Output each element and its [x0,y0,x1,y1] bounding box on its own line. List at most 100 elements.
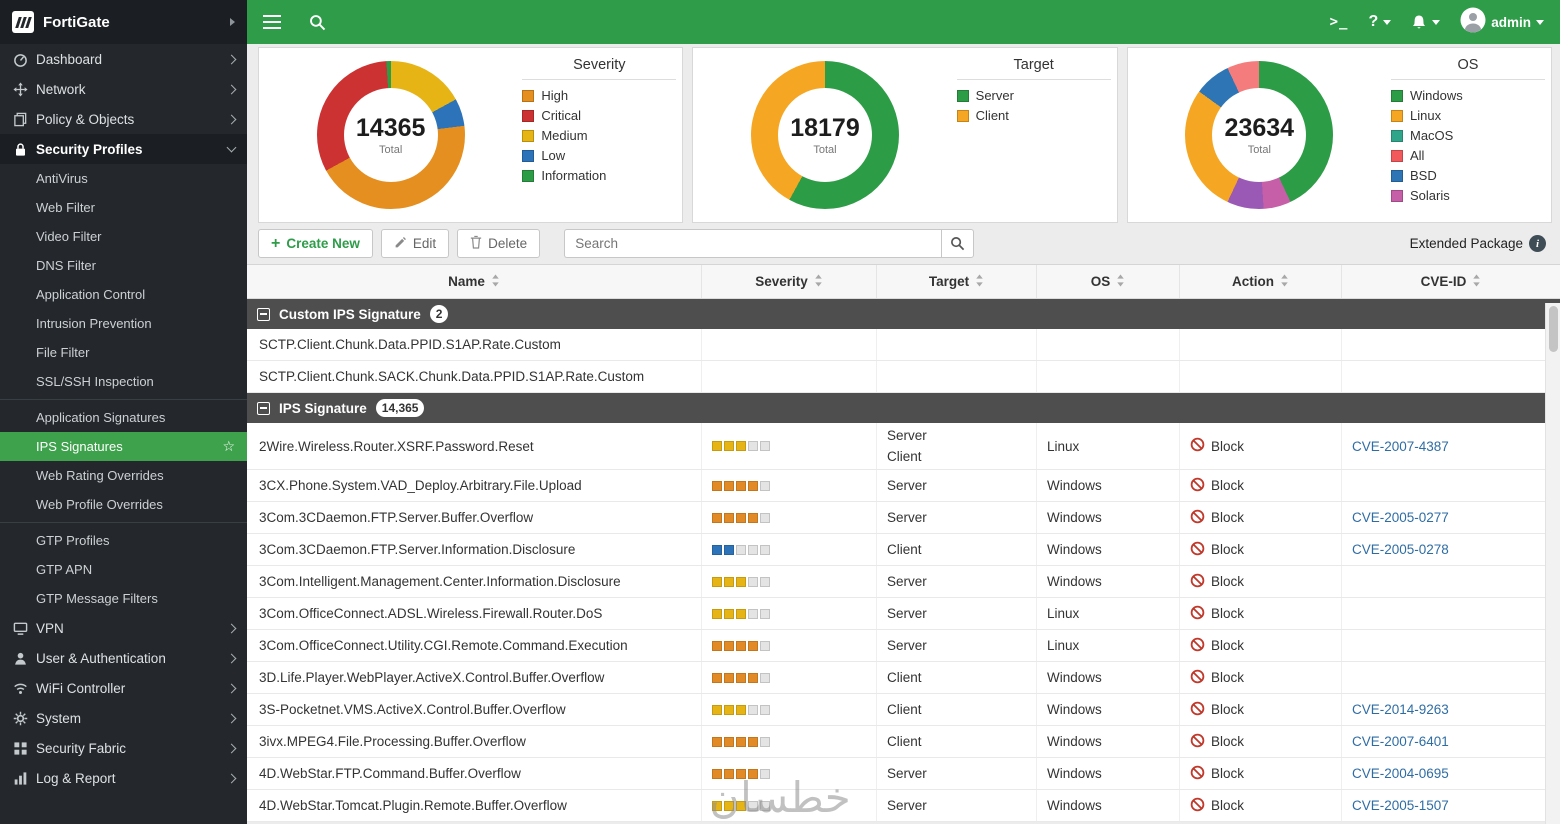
cve-link[interactable]: CVE-2005-0277 [1352,510,1449,525]
legend-item-windows: Windows [1390,88,1545,103]
table-row[interactable]: 3Com.3CDaemon.FTP.Server.Buffer.Overflow… [247,502,1560,534]
legend-swatch [522,89,535,102]
sidebar-item-security-fabric[interactable]: Security Fabric [0,733,247,763]
signature-name: 3Com.3CDaemon.FTP.Server.Information.Dis… [247,534,702,565]
sidebar-item-video-filter[interactable]: Video Filter [0,222,247,251]
sort-icon[interactable] [814,273,823,290]
sort-icon[interactable] [1116,273,1125,290]
table-row[interactable]: 4D.WebStar.FTP.Command.Buffer.Overflow Se… [247,758,1560,790]
legend-item-client: Client [956,108,1111,123]
cve-link[interactable]: CVE-2014-9263 [1352,702,1449,717]
sidebar-item-ips-signatures[interactable]: IPS Signatures ☆ [0,432,247,461]
sidebar-item-application-control[interactable]: Application Control [0,280,247,309]
severity-square [724,544,734,555]
column-header-target[interactable]: Target [877,265,1037,298]
severity-square [760,736,770,747]
collapse-icon[interactable] [257,307,270,321]
help-menu[interactable]: ? [1368,13,1392,31]
table-row[interactable]: 3CX.Phone.System.VAD_Deploy.Arbitrary.Fi… [247,470,1560,502]
create-new-button[interactable]: + Create New [258,229,373,258]
action-label: Block [1211,478,1245,493]
admin-menu[interactable]: admin [1460,7,1544,38]
sidebar-item-intrusion-prevention[interactable]: Intrusion Prevention [0,309,247,338]
cli-console-icon[interactable]: >_ [1330,14,1349,30]
info-icon[interactable]: i [1529,235,1546,252]
signature-name: 3Com.OfficeConnect.ADSL.Wireless.Firewal… [247,598,702,629]
sidebar-item-user-authentication[interactable]: User & Authentication [0,643,247,673]
search-input[interactable] [564,229,942,258]
sidebar-item-gtp-message-filters[interactable]: GTP Message Filters [0,584,247,613]
table-row[interactable]: 3D.Life.Player.WebPlayer.ActiveX.Control… [247,662,1560,694]
table-row[interactable]: 3Com.OfficeConnect.Utility.CGI.Remote.Co… [247,630,1560,662]
section-title: Custom IPS Signature [279,306,421,322]
cve-link[interactable]: CVE-2005-1507 [1352,798,1449,813]
sidebar-item-wifi-controller[interactable]: WiFi Controller [0,673,247,703]
table-row[interactable]: 3Com.OfficeConnect.ADSL.Wireless.Firewal… [247,598,1560,630]
sidebar-item-dashboard[interactable]: Dashboard [0,44,247,74]
cve-link[interactable]: CVE-2004-0695 [1352,766,1449,781]
sidebar-item-log-report[interactable]: Log & Report [0,763,247,793]
sidebar-collapse-icon[interactable] [230,18,235,26]
section-header-custom-ips-signature[interactable]: Custom IPS Signature 2 [247,299,1560,329]
cve-link[interactable]: CVE-2007-4387 [1352,439,1449,454]
table-row[interactable]: 3Com.Intelligent.Management.Center.Infor… [247,566,1560,598]
star-icon[interactable]: ☆ [222,438,235,455]
column-header-name[interactable]: Name [247,265,702,298]
table-row[interactable]: SCTP.Client.Chunk.Data.PPID.S1AP.Rate.Cu… [247,329,1560,361]
cve-link[interactable]: CVE-2007-6401 [1352,734,1449,749]
severity-cell [702,566,877,597]
edit-button[interactable]: Edit [380,229,450,258]
delete-button[interactable]: Delete [457,229,541,258]
scrollbar-thumb[interactable] [1548,306,1558,352]
severity-square [736,608,746,619]
target-value: Client [887,449,922,464]
sidebar-item-label: Security Fabric [36,740,127,756]
sidebar-item-network[interactable]: Network [0,74,247,104]
sidebar-item-antivirus[interactable]: AntiVirus [0,164,247,193]
sidebar-item-system[interactable]: System [0,703,247,733]
sidebar-item-web-profile-overrides[interactable]: Web Profile Overrides [0,490,247,519]
sidebar-item-application-signatures[interactable]: Application Signatures [0,403,247,432]
hamburger-menu-icon[interactable] [263,14,281,30]
severity-square [748,544,758,555]
section-header-ips-signature[interactable]: IPS Signature 14,365 [247,393,1560,423]
collapse-icon[interactable] [257,401,270,415]
trash-icon [470,235,482,252]
column-header-cve-id[interactable]: CVE-ID [1342,265,1560,298]
sort-icon[interactable] [1472,273,1481,290]
table-row[interactable]: 3S-Pocketnet.VMS.ActiveX.Control.Buffer.… [247,694,1560,726]
search-icon[interactable] [309,14,326,31]
sidebar-item-vpn[interactable]: VPN [0,613,247,643]
sidebar-item-ssl-ssh-inspection[interactable]: SSL/SSH Inspection [0,367,247,396]
table-row[interactable]: SCTP.Client.Chunk.SACK.Chunk.Data.PPID.S… [247,361,1560,393]
os-donut-center: 23634 Total [1212,88,1307,182]
sidebar-item-file-filter[interactable]: File Filter [0,338,247,367]
action-label: Block [1211,670,1245,685]
legend-swatch [956,109,969,122]
column-header-action[interactable]: Action [1180,265,1342,298]
sidebar-item-dns-filter[interactable]: DNS Filter [0,251,247,280]
sidebar-item-gtp-profiles[interactable]: GTP Profiles [0,526,247,555]
search-submit-button[interactable] [941,229,975,258]
column-header-severity[interactable]: Severity [702,265,877,298]
table-row[interactable]: 4D.WebStar.Tomcat.Plugin.Remote.Buffer.O… [247,790,1560,822]
sort-icon[interactable] [491,273,500,290]
sidebar-item-gtp-apn[interactable]: GTP APN [0,555,247,584]
table-row[interactable]: 3ivx.MPEG4.File.Processing.Buffer.Overfl… [247,726,1560,758]
sidebar-item-security-profiles[interactable]: Security Profiles [0,134,247,164]
vertical-scrollbar[interactable] [1545,303,1560,824]
table-row[interactable]: 3Com.3CDaemon.FTP.Server.Information.Dis… [247,534,1560,566]
sort-icon[interactable] [975,273,984,290]
target-value: Server [887,510,927,525]
column-header-os[interactable]: OS [1037,265,1180,298]
sidebar-item-web-rating-overrides[interactable]: Web Rating Overrides [0,461,247,490]
sidebar-item-policy-objects[interactable]: Policy & Objects [0,104,247,134]
cve-link[interactable]: CVE-2005-0278 [1352,542,1449,557]
table-row[interactable]: 2Wire.Wireless.Router.XSRF.Password.Rese… [247,423,1560,470]
severity-square [712,576,722,587]
sidebar-item-web-filter[interactable]: Web Filter [0,193,247,222]
chevron-right-icon [226,653,237,663]
notifications-menu[interactable] [1411,14,1441,31]
sort-icon[interactable] [1280,273,1289,290]
action-label: Block [1211,574,1245,589]
